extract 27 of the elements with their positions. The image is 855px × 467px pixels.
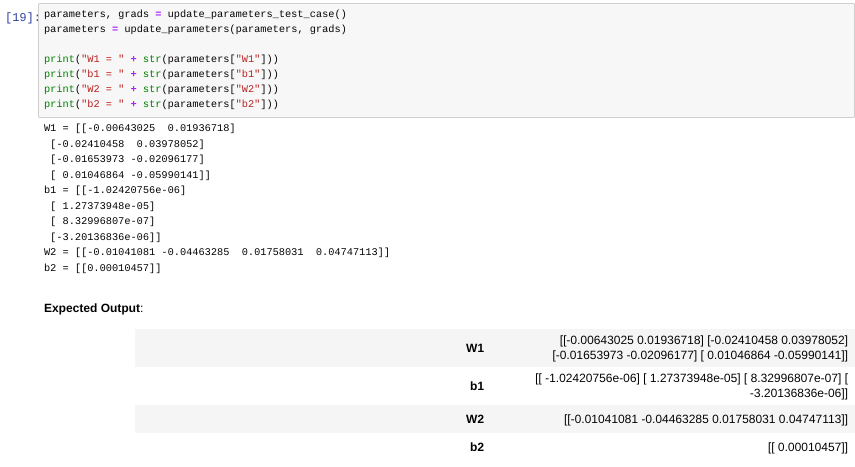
output-line: [ 8.32996807e-07] [49,215,156,230]
output-line: [-0.01653973 -0.02096177] [49,153,205,168]
table-cell-text: [[-0.01041081 -0.04463285 0.01758031 0.04747113]] [562,412,848,426]
table-cell-text: W2 [465,411,485,428]
output-line: W2 = [[-0.01041081 -0.04463285 0.01758031 0.04747113]] [44,246,390,261]
output-line: [-0.02410458 0.03978052] [49,138,205,152]
expected-output-heading: Expected Output: [44,301,144,315]
output-line: [-3.20136836e-06]] [49,230,162,246]
code-line: print("W2 = " + str(parameters["W2"])) [44,83,279,98]
table-cell-text: W1 [465,340,485,357]
code-line: print("W1 = " + str(parameters["W1"])) [44,53,279,68]
table-cell-text: b2 [468,439,485,456]
code-line: parameters = update_parameters(parameters, grads) [44,23,347,38]
table-cell-text: [[ 0.00010457]] [766,440,848,454]
table-cell-text: b1 [468,378,485,395]
output-line: W1 = [[-0.00643025 0.01936718] [44,122,236,137]
code-cell[interactable] [38,3,855,118]
code-line: print("b2 = " + str(parameters["b2"])) [44,98,279,113]
output-line: b2 = [[0.00010457]] [44,262,162,276]
output-line: [ 1.27373948e-05] [49,200,156,214]
output-line: b1 = [[-1.02420756e-06] [44,184,186,199]
code-line: parameters, grads = update_parameters_test_case() [44,8,347,23]
table-cell-text: [[-0.00643025 0.01936718] [-0.02410458 0.03978052] [-0.01653973 -0.02096177] [ 0.01046864 -0.05990141]] [551,333,848,363]
table-cell-text: [[ -1.02420756e-06] [ 1.27373948e-05] [ 8.32996807e-07] [ -3.20136836e-06]] [534,371,848,401]
output-line: [ 0.01046864 -0.05990141]] [49,168,211,184]
cell-prompt: [19]: [4,10,38,27]
code-line: print("b1 = " + str(parameters["b1"])) [44,68,279,83]
